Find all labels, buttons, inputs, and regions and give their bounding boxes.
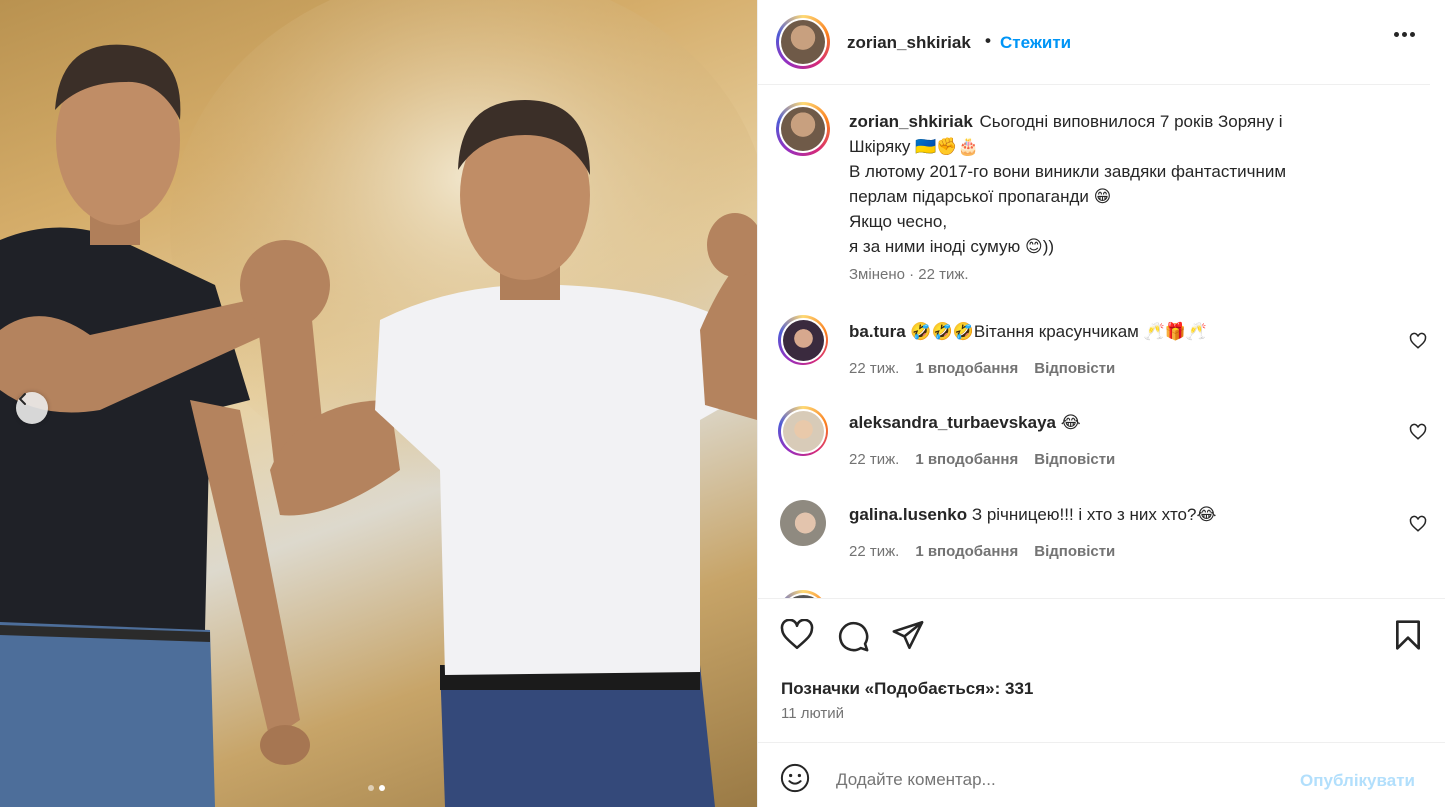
carousel-dot [368,785,374,791]
caption-line: В лютому 2017-го вони виникли завдяки фа… [849,162,1287,181]
comment-text: ba.tura 🤣🤣🤣Вітання красунчикам 🥂🎁🥂 [849,322,1207,342]
comment-time: 22 тиж. [849,451,900,468]
commenter-username[interactable]: aleksandra_turbaevskaya [849,413,1056,432]
comment-meta: 22 тиж. 1 вподобання Відповісти [849,451,1115,468]
heart-icon[interactable] [1409,332,1427,350]
comment-input[interactable] [836,770,1276,790]
caption-username[interactable]: zorian_shkiriak [849,112,973,131]
commenter-username[interactable]: galina.lusenko [849,505,967,524]
heart-icon[interactable] [1409,423,1427,441]
publish-button[interactable]: Опублікувати [1300,771,1415,791]
comment-item: ba.tura 🤣🤣🤣Вітання красунчикам 🥂🎁🥂 22 ти… [758,315,1430,395]
more-options-icon[interactable] [1394,32,1415,37]
likes-count[interactable]: Позначки «Подобається»: 331 [781,679,1033,699]
post-photo [0,0,757,807]
comment-time: 22 тиж. [849,543,900,560]
comments-scroll-area[interactable]: zorian_shkiriak Сьогодні виповнилося 7 р… [758,86,1445,598]
photo-illustration [0,0,757,807]
commenter-avatar[interactable] [778,590,828,598]
carousel-dot-active [379,785,385,791]
comment-item: aleksandra_turbaevskaya 😂 22 тиж. 1 впод… [758,406,1430,486]
commenter-avatar[interactable] [778,315,828,365]
reply-button[interactable]: Відповісти [1034,360,1115,377]
author-username[interactable]: zorian_shkiriak [847,33,971,53]
post-side-panel: zorian_shkiriak • Стежити zorian_shkiria… [757,0,1445,807]
post-date: 11 лютий [781,705,845,722]
add-comment-bar: Опублікувати [758,742,1445,807]
caption-line: Шкіряку 🇺🇦✊🎂 [849,137,979,156]
chevron-left-icon [19,393,26,405]
comment-likes[interactable]: 1 вподобання [915,451,1018,468]
commenter-avatar[interactable] [778,406,828,456]
reply-button[interactable]: Відповісти [1034,543,1115,560]
caption-author-avatar[interactable] [776,102,830,156]
comment-item: galina.lusenko З річницею!!! і хто з них… [758,498,1430,578]
comment-text: galina.lusenko З річницею!!! і хто з них… [849,505,1216,525]
post-actions: Позначки «Подобається»: 331 11 лютий [758,598,1445,742]
heart-icon[interactable] [1409,515,1427,533]
comment-body: 🤣🤣🤣Вітання красунчикам 🥂🎁🥂 [910,322,1208,341]
caption-line: Сьогодні виповнилося 7 років Зоряну і [979,112,1283,131]
bookmark-icon[interactable] [1394,619,1422,651]
comment-body: З річницею!!! і хто з них хто?😂 [971,505,1217,524]
follow-button[interactable]: Стежити [1000,33,1071,53]
comment-time: 22 тиж. [849,360,900,377]
author-avatar[interactable] [776,15,830,69]
caption-edited-time: Змінено · 22 тиж. [849,266,969,283]
carousel-prev-button[interactable] [16,392,48,424]
reply-button[interactable]: Відповісти [1034,451,1115,468]
emoji-icon[interactable] [780,763,810,793]
commenter-avatar[interactable] [780,500,826,546]
heart-icon[interactable] [780,619,814,651]
post-caption: zorian_shkiriak Сьогодні виповнилося 7 р… [849,109,1369,259]
header-separator: • [985,31,991,50]
comment-text: aleksandra_turbaevskaya 😂 [849,413,1081,433]
caption-line: Якщо чесно, [849,212,948,231]
comment-likes[interactable]: 1 вподобання [915,360,1018,377]
commenter-username[interactable]: ba.tura [849,322,906,341]
comment-likes[interactable]: 1 вподобання [915,543,1018,560]
comment-meta: 22 тиж. 1 вподобання Відповісти [849,543,1115,560]
share-icon[interactable] [891,619,925,651]
caption-line: перлам підарської пропаганди 😁 [849,187,1112,206]
post-header: zorian_shkiriak • Стежити [758,0,1430,85]
comment-meta: 22 тиж. 1 вподобання Відповісти [849,360,1115,377]
caption-line: я за ними іноді сумую 😊)) [849,237,1055,256]
comment-body: 😂 [1060,413,1081,432]
comment-icon[interactable] [836,619,870,653]
carousel-indicator [368,785,385,791]
